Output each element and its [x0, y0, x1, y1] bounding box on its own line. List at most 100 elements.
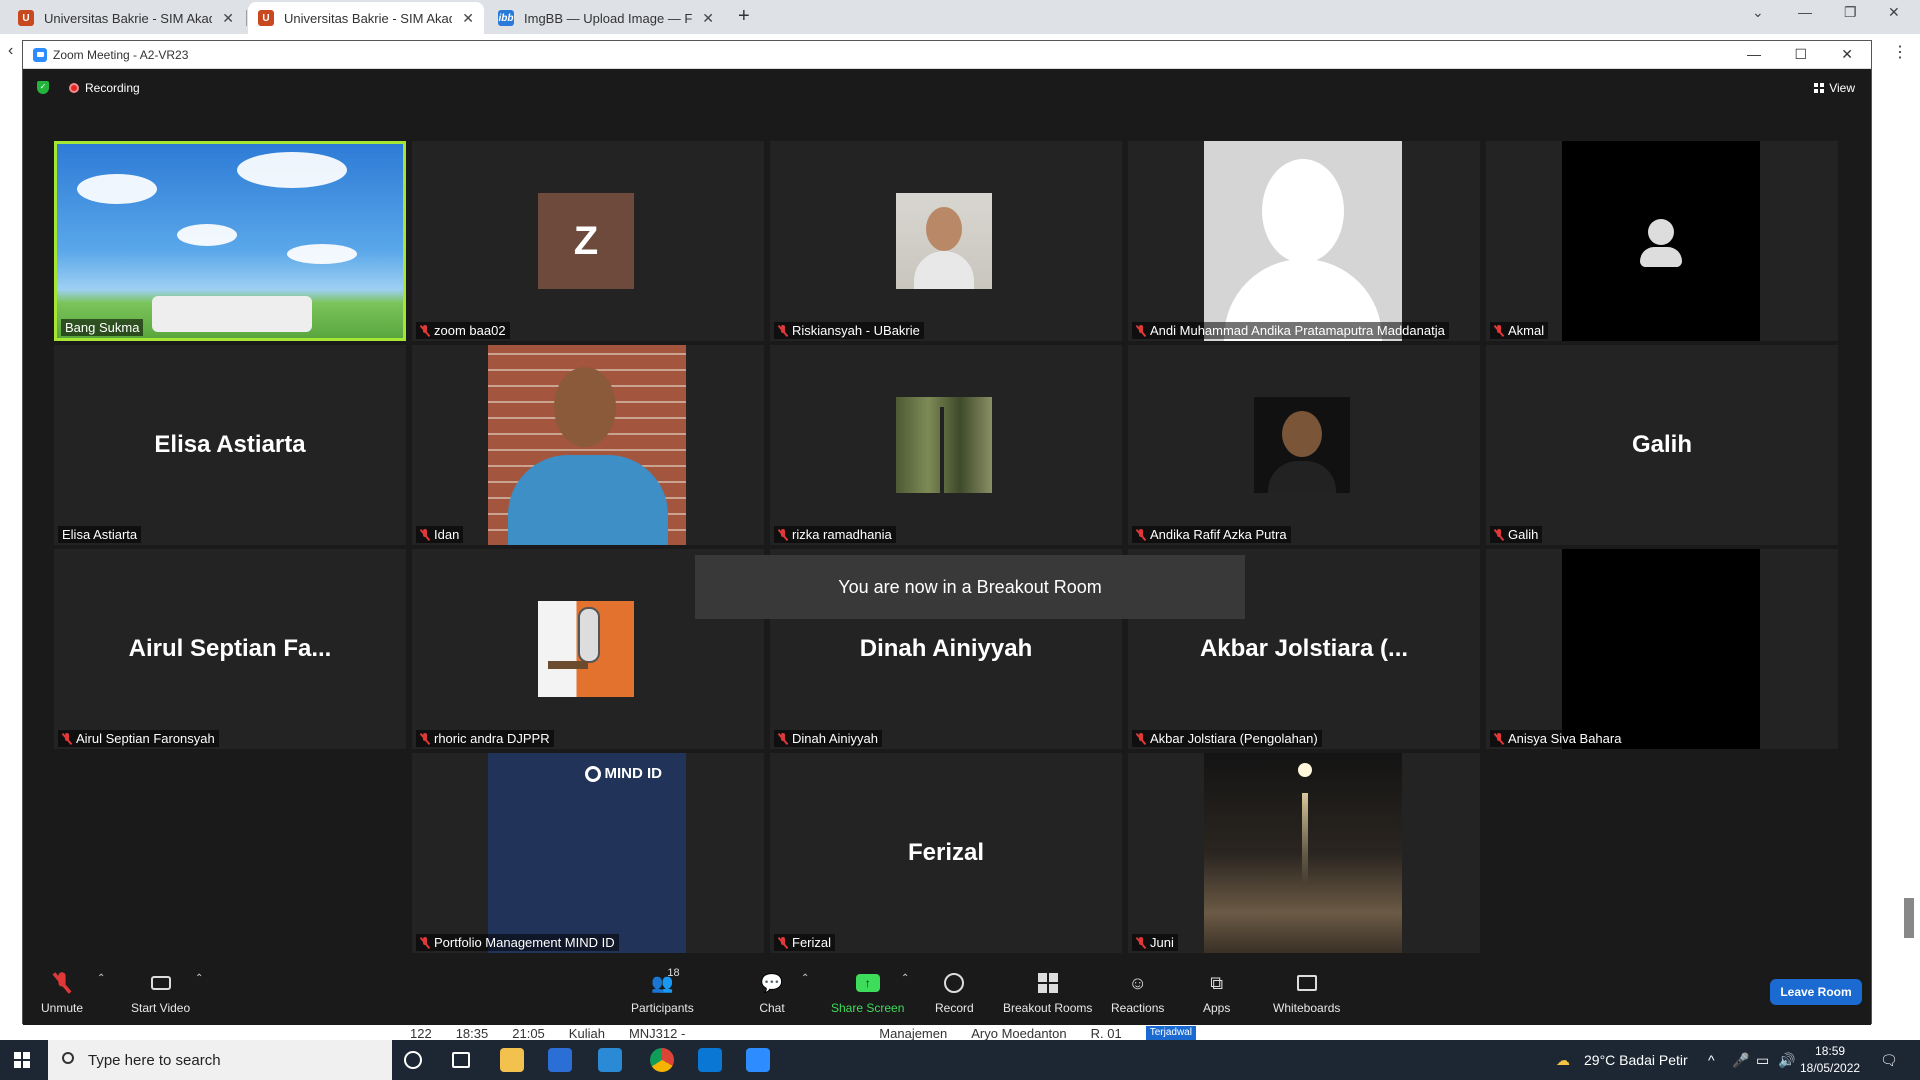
- video-tile[interactable]: Z zoom baa02: [412, 141, 764, 341]
- taskbar-search-box[interactable]: Type here to search: [48, 1040, 392, 1080]
- participants-count: 18: [667, 967, 680, 979]
- video-tile[interactable]: Akmal: [1486, 141, 1838, 341]
- tray-chevron-icon[interactable]: ^: [1708, 1052, 1715, 1068]
- close-icon[interactable]: ✕: [1841, 46, 1853, 63]
- record-button[interactable]: Record: [935, 971, 974, 1015]
- tab-search-icon[interactable]: ⌄: [1752, 4, 1764, 21]
- close-icon[interactable]: ✕: [222, 10, 234, 27]
- chrome-icon[interactable]: [650, 1048, 674, 1072]
- video-tile[interactable]: Galih Galih: [1486, 345, 1838, 545]
- start-video-button[interactable]: Start Video: [131, 971, 190, 1015]
- apps-icon: ⧉: [1210, 972, 1224, 993]
- video-tile[interactable]: Andika Rafif Azka Putra: [1128, 345, 1480, 545]
- windows-start-icon[interactable]: [14, 1052, 30, 1068]
- back-arrow-icon[interactable]: ‹: [8, 42, 13, 60]
- imgbb-icon: ibb: [498, 10, 514, 26]
- bg-cell: 122: [410, 1026, 432, 1041]
- participant-name-tag: Juni: [1132, 934, 1178, 951]
- search-icon: [62, 1052, 74, 1064]
- teamviewer-icon[interactable]: [698, 1048, 722, 1072]
- apps-label: Apps: [1203, 1001, 1231, 1015]
- browser-tab-1[interactable]: U Universitas Bakrie - SIM Akadem ✕: [8, 2, 244, 34]
- audio-options-caret[interactable]: ⌃: [97, 973, 105, 984]
- participant-name-tag: rhoric andra DJPPR: [416, 730, 554, 747]
- participant-name: Akbar Jolstiara (Pengolahan): [1150, 731, 1318, 746]
- cortana-icon[interactable]: [404, 1051, 422, 1069]
- muted-mic-icon: [1136, 528, 1146, 541]
- participants-button[interactable]: 👥 18 Participants: [631, 967, 694, 1015]
- browser-tab-3[interactable]: ibb ImgBB — Upload Image — Free ✕: [488, 2, 724, 34]
- muted-mic-icon: [1136, 732, 1146, 745]
- security-shield-icon[interactable]: ✓: [37, 81, 49, 94]
- video-options-caret[interactable]: ⌃: [195, 973, 203, 984]
- muted-mic-icon: [420, 528, 430, 541]
- weather-text[interactable]: 29°C Badai Petir: [1584, 1052, 1688, 1068]
- participant-name-tag: Ferizal: [774, 934, 836, 951]
- participant-name-tag: zoom baa02: [416, 322, 510, 339]
- muted-mic-icon: [420, 324, 430, 337]
- participant-name-tag: Idan: [416, 526, 464, 543]
- video-tile[interactable]: Elisa Astiarta Elisa Astiarta: [54, 345, 406, 545]
- leave-room-button[interactable]: Leave Room: [1770, 979, 1862, 1005]
- view-button[interactable]: View: [1814, 81, 1855, 95]
- file-explorer-icon[interactable]: [500, 1048, 524, 1072]
- minimize-icon[interactable]: —: [1798, 4, 1812, 20]
- video-tile[interactable]: Ferizal Ferizal: [770, 753, 1122, 953]
- browser-tab-2[interactable]: U Universitas Bakrie - SIM Akadem ✕: [248, 2, 484, 34]
- microsoft-store-icon[interactable]: [548, 1048, 572, 1072]
- share-screen-icon: ↑: [855, 971, 881, 995]
- video-tile[interactable]: Airul Septian Fa... Airul Septian Farons…: [54, 549, 406, 749]
- task-view-icon[interactable]: [452, 1052, 470, 1068]
- unmute-button[interactable]: Unmute: [41, 971, 83, 1015]
- maximize-icon[interactable]: ☐: [1794, 46, 1807, 63]
- virtual-background: [57, 144, 403, 338]
- video-tile[interactable]: rizka ramadhania: [770, 345, 1122, 545]
- video-tile[interactable]: Idan: [412, 345, 764, 545]
- more-menu-icon[interactable]: ⋮: [1892, 42, 1908, 62]
- share-options-caret[interactable]: ⌃: [901, 973, 909, 984]
- video-tile[interactable]: Anisya Siva Bahara: [1486, 549, 1838, 749]
- chat-button[interactable]: 💬 Chat: [759, 971, 785, 1016]
- close-icon[interactable]: ✕: [1888, 4, 1900, 21]
- share-screen-button[interactable]: ↑ Share Screen: [831, 971, 904, 1015]
- muted-mic-icon: [62, 732, 72, 745]
- close-icon[interactable]: ✕: [702, 10, 714, 27]
- breakout-rooms-button[interactable]: Breakout Rooms: [1003, 971, 1092, 1015]
- reactions-button[interactable]: ☺ Reactions: [1111, 971, 1165, 1016]
- new-tab-button[interactable]: +: [738, 5, 750, 28]
- zoom-taskbar-icon[interactable]: [746, 1048, 770, 1072]
- weather-icon: ☁: [1556, 1052, 1570, 1068]
- profile-photo: [1204, 753, 1402, 953]
- bg-cell: R. 01: [1090, 1026, 1122, 1041]
- black-video: [1562, 549, 1760, 749]
- volume-icon[interactable]: 🔊: [1778, 1052, 1795, 1069]
- video-tile[interactable]: Juni: [1128, 753, 1480, 953]
- minimize-icon[interactable]: —: [1747, 46, 1761, 62]
- microphone-icon[interactable]: 🎤: [1732, 1052, 1749, 1069]
- logo-text: MIND ID: [604, 765, 663, 782]
- bg-cell: Kuliah: [568, 1026, 605, 1041]
- video-tile[interactable]: Riskiansyah - UBakrie: [770, 141, 1122, 341]
- video-tile[interactable]: Andi Muhammad Andika Pratamaputra Maddan…: [1128, 141, 1480, 341]
- video-tile[interactable]: MIND ID Portfolio Management MIND ID: [412, 753, 764, 953]
- participant-name-tag: Anisya Siva Bahara: [1490, 730, 1626, 747]
- participant-name: Andika Rafif Azka Putra: [1150, 527, 1287, 542]
- participant-name: Bang Sukma: [65, 320, 140, 335]
- meeting-toolbar: Unmute ⌃ Start Video ⌃ 👥 18 Participants …: [23, 963, 1871, 1025]
- apps-button[interactable]: ⧉ Apps: [1203, 971, 1231, 1016]
- taskbar-clock[interactable]: 18:59 18/05/2022: [1800, 1043, 1860, 1077]
- network-icon[interactable]: ▭: [1756, 1052, 1769, 1069]
- notifications-icon[interactable]: 🗨: [1880, 1052, 1898, 1069]
- reactions-label: Reactions: [1111, 1001, 1165, 1015]
- reactions-icon: ☺: [1128, 972, 1147, 993]
- video-tile[interactable]: Bang Sukma: [54, 141, 406, 341]
- mail-icon[interactable]: [598, 1048, 622, 1072]
- page-scrollbar[interactable]: [1904, 898, 1914, 938]
- participant-name: Riskiansyah - UBakrie: [792, 323, 920, 338]
- whiteboards-button[interactable]: Whiteboards: [1273, 971, 1340, 1015]
- close-icon[interactable]: ✕: [462, 10, 474, 27]
- participant-name: Elisa Astiarta: [62, 527, 138, 542]
- muted-mic-icon: [1136, 324, 1146, 337]
- restore-icon[interactable]: ❐: [1844, 4, 1857, 21]
- chat-options-caret[interactable]: ⌃: [801, 973, 809, 984]
